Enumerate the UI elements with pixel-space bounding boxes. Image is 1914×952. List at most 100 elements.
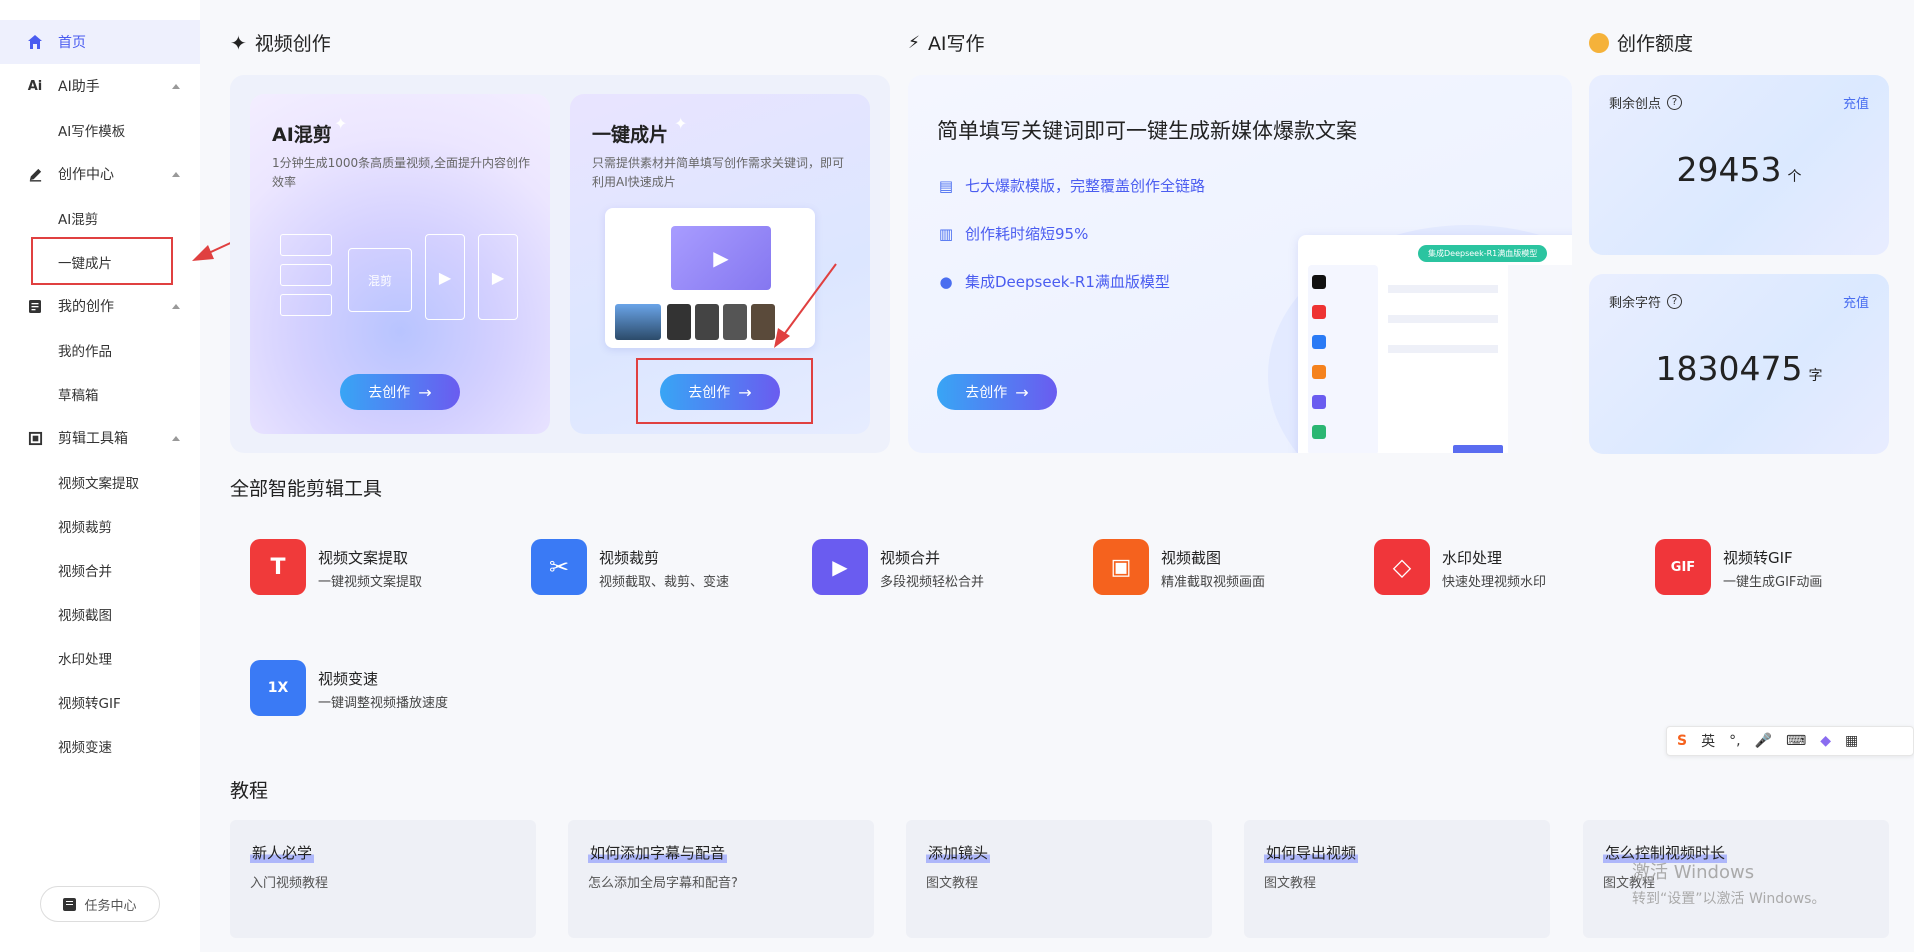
section-title-tools: 全部智能剪辑工具 bbox=[230, 474, 382, 501]
tool-video-gif[interactable]: GIF 视频转GIF 一键生成GIF动画 bbox=[1655, 537, 1905, 597]
sidebar-item-watermark[interactable]: 水印处理 bbox=[0, 636, 200, 680]
microphone-icon[interactable]: 🎤 bbox=[1755, 733, 1772, 749]
tiktok-icon bbox=[1312, 275, 1326, 289]
tool-video-speed[interactable]: 1X 视频变速 一键调整视频播放速度 bbox=[250, 658, 510, 718]
thumb-frame bbox=[280, 264, 332, 286]
quota-unit: 字 bbox=[1808, 368, 1823, 384]
preview-badge-text: 集成Deepseek-R1满血版模型 bbox=[1428, 249, 1538, 258]
quota-value: 29453 个 bbox=[1589, 150, 1889, 189]
tool-name: 视频转GIF bbox=[1723, 549, 1793, 567]
quota-number: 1830475 bbox=[1655, 349, 1803, 388]
chevron-up-icon bbox=[172, 303, 180, 309]
section-title-video: ✦ 视频创作 bbox=[230, 29, 331, 56]
section-title-quota: 创作额度 bbox=[1589, 29, 1693, 56]
tutorial-card[interactable]: 如何导出视频 图文教程 bbox=[1244, 820, 1550, 938]
tutorial-title: 添加镜头 bbox=[926, 842, 991, 863]
task-center-button[interactable]: 任务中心 bbox=[40, 886, 160, 922]
thumbnail bbox=[615, 304, 661, 340]
quota-value: 1830475 字 bbox=[1589, 349, 1889, 388]
writing-create-button[interactable]: 去创作 → bbox=[937, 374, 1057, 410]
eraser-icon: ◇ bbox=[1374, 539, 1430, 595]
tutorial-card[interactable]: 新人必学 入门视频教程 bbox=[230, 820, 536, 938]
ime-toolbar[interactable]: S 英 °, 🎤 ⌨ ◆ ▦ bbox=[1666, 726, 1914, 756]
punctuation-icon[interactable]: °, bbox=[1729, 733, 1740, 749]
ime-language[interactable]: 英 bbox=[1701, 731, 1715, 751]
sidebar-item-ai-mix[interactable]: AI混剪 bbox=[0, 196, 200, 240]
tool-name: 视频合并 bbox=[880, 549, 941, 567]
sidebar-item-video-merge[interactable]: 视频合并 bbox=[0, 548, 200, 592]
quota-label-text: 剩余字符 bbox=[1609, 296, 1662, 311]
sogou-icon[interactable]: S bbox=[1677, 733, 1687, 749]
document-icon bbox=[26, 297, 44, 315]
grid-icon[interactable]: ▦ bbox=[1845, 733, 1858, 749]
card-description: 1分钟生成1000条高质量视频,全面提升内容创作效率 bbox=[272, 156, 530, 189]
ai-mix-card[interactable]: AI混剪 ✦ 1分钟生成1000条高质量视频,全面提升内容创作效率 混剪 ▶ ▶… bbox=[250, 94, 550, 434]
quota-chars-card: 剩余字符? 充值 1830475 字 bbox=[1589, 274, 1889, 454]
tool-name: 视频变速 bbox=[318, 670, 379, 688]
ai-mix-create-button[interactable]: 去创作 → bbox=[340, 374, 460, 410]
crop-icon bbox=[26, 429, 44, 447]
tool-video-merge[interactable]: ▶ 视频合并 多段视频轻松合并 bbox=[812, 537, 1072, 597]
preview-output bbox=[1508, 265, 1572, 453]
quota-unit: 个 bbox=[1787, 169, 1802, 185]
highlight-box bbox=[636, 358, 813, 424]
section-title-text: 教程 bbox=[230, 780, 269, 802]
skin-icon[interactable]: ◆ bbox=[1820, 733, 1831, 749]
section-title-text: 视频创作 bbox=[254, 33, 331, 55]
sidebar-item-label: 我的作品 bbox=[58, 344, 112, 360]
sidebar-item-ai-writing-template[interactable]: AI写作模板 bbox=[0, 108, 200, 152]
preview-button bbox=[1453, 445, 1503, 453]
preview-field bbox=[1388, 345, 1498, 353]
tutorial-description: 图文教程 bbox=[1264, 876, 1317, 891]
tutorial-card[interactable]: 添加镜头 图文教程 bbox=[906, 820, 1212, 938]
quota-number: 29453 bbox=[1676, 150, 1782, 189]
tool-glyph: ▶ bbox=[832, 555, 848, 579]
tool-video-crop[interactable]: ✂ 视频裁剪 视频截取、裁剪、变速 bbox=[531, 537, 791, 597]
tool-description: 一键调整视频播放速度 bbox=[318, 696, 449, 711]
edit-icon bbox=[1312, 425, 1326, 439]
sidebar-item-video-crop[interactable]: 视频裁剪 bbox=[0, 504, 200, 548]
sidebar-item-label: 视频合并 bbox=[58, 564, 112, 580]
section-title-text: 全部智能剪辑工具 bbox=[230, 478, 383, 500]
thumb-frame bbox=[280, 294, 332, 316]
sidebar-item-text-extract[interactable]: 视频文案提取 bbox=[0, 460, 200, 504]
sidebar-item-video-gif[interactable]: 视频转GIF bbox=[0, 680, 200, 724]
sidebar-item-video-screenshot[interactable]: 视频截图 bbox=[0, 592, 200, 636]
card-title: 一键成片 bbox=[592, 124, 669, 146]
task-center-label: 任务中心 bbox=[84, 898, 137, 914]
recharge-link[interactable]: 充值 bbox=[1843, 93, 1869, 112]
writing-feature: ▤ 七大爆款模版，完整覆盖创作全链路 bbox=[937, 175, 1205, 196]
doc-icon bbox=[1312, 395, 1326, 409]
sidebar-item-ai-assistant[interactable]: Ai AI助手 bbox=[0, 64, 200, 108]
sidebar-item-label: AI写作模板 bbox=[58, 124, 126, 140]
preview-field bbox=[1388, 315, 1498, 323]
sidebar-item-label: 首页 bbox=[58, 35, 86, 51]
tool-description: 一键视频文案提取 bbox=[318, 575, 423, 590]
sidebar-item-video-speed[interactable]: 视频变速 bbox=[0, 724, 200, 768]
tutorial-description: 入门视频教程 bbox=[250, 876, 329, 891]
quota-label-text: 剩余创点 bbox=[1609, 97, 1662, 112]
tutorial-card[interactable]: 如何添加字幕与配音 怎么添加全局字幕和配音? bbox=[568, 820, 874, 938]
sidebar-item-label: 剪辑工具箱 bbox=[58, 431, 128, 447]
sparkle-icon: ✦ bbox=[334, 114, 348, 133]
sidebar-item-home[interactable]: 首页 bbox=[0, 20, 200, 64]
sidebar-item-drafts[interactable]: 草稿箱 bbox=[0, 372, 200, 416]
tool-video-screenshot[interactable]: ▣ 视频截图 精准截取视频画面 bbox=[1093, 537, 1353, 597]
arrow-right-icon: → bbox=[1015, 382, 1029, 402]
chevron-up-icon bbox=[172, 83, 180, 89]
sidebar-item-label: 视频变速 bbox=[58, 740, 112, 756]
sidebar-item-toolbox[interactable]: 剪辑工具箱 bbox=[0, 416, 200, 460]
tool-description: 视频截取、裁剪、变速 bbox=[599, 575, 730, 590]
recharge-link[interactable]: 充值 bbox=[1843, 292, 1869, 311]
help-icon[interactable]: ? bbox=[1667, 294, 1683, 309]
tool-text-extract[interactable]: T 视频文案提取 一键视频文案提取 bbox=[250, 537, 510, 597]
sidebar-item-label: 视频截图 bbox=[58, 608, 112, 624]
sidebar-item-creation-center[interactable]: 创作中心 bbox=[0, 152, 200, 196]
sidebar-item-my-creations[interactable]: 我的创作 bbox=[0, 284, 200, 328]
keyboard-icon[interactable]: ⌨ bbox=[1786, 733, 1806, 749]
tool-name: 视频裁剪 bbox=[599, 549, 660, 567]
help-icon[interactable]: ? bbox=[1667, 95, 1683, 110]
sidebar-item-my-works[interactable]: 我的作品 bbox=[0, 328, 200, 372]
tool-watermark[interactable]: ◇ 水印处理 快速处理视频水印 bbox=[1374, 537, 1634, 597]
ai-icon: Ai bbox=[27, 78, 43, 94]
